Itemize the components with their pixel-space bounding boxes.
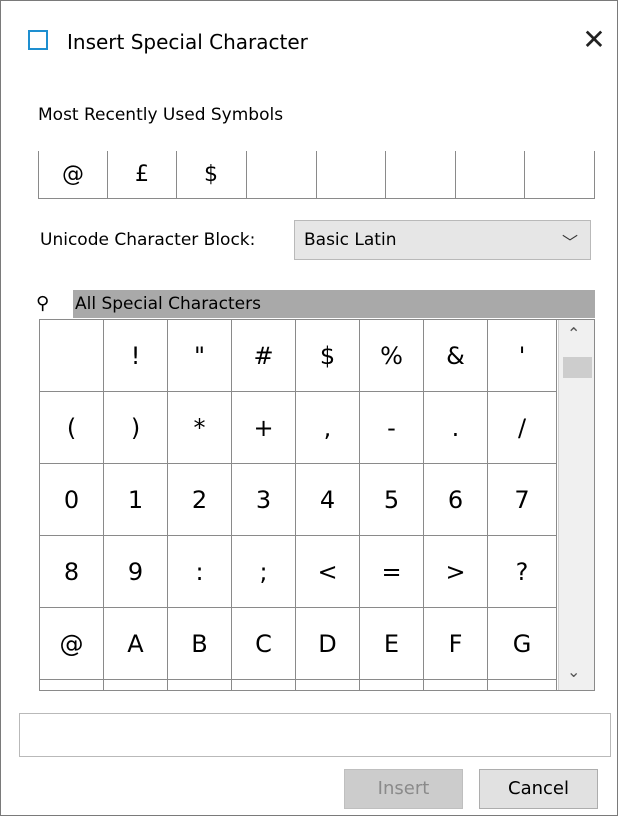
character-cell[interactable]: ! (104, 320, 168, 392)
character-cell[interactable]: + (232, 392, 296, 464)
window-icon (28, 30, 48, 50)
character-cell[interactable]: . (424, 392, 488, 464)
mru-symbol[interactable] (316, 151, 385, 198)
character-cell[interactable]: % (360, 320, 424, 392)
character-cell[interactable]: ' (488, 320, 557, 392)
character-cell[interactable] (232, 680, 296, 690)
character-cell[interactable] (168, 680, 232, 690)
character-grid-row (40, 680, 557, 690)
character-cell[interactable] (360, 680, 424, 690)
mru-symbols-row: @ £ $ (38, 151, 595, 199)
cancel-button[interactable]: Cancel (479, 769, 598, 809)
character-cell[interactable] (488, 680, 557, 690)
character-cell[interactable] (40, 320, 104, 392)
unicode-block-select[interactable]: Basic Latin ﹀ (294, 220, 591, 260)
character-cell[interactable]: 1 (104, 464, 168, 536)
character-cell[interactable]: " (168, 320, 232, 392)
mru-row-divider (594, 151, 595, 198)
character-cell[interactable] (296, 680, 360, 690)
character-cell[interactable]: ) (104, 392, 168, 464)
character-cell[interactable]: F (424, 608, 488, 680)
character-preview-field[interactable] (19, 713, 611, 757)
character-cell[interactable] (424, 680, 488, 690)
mru-symbol[interactable]: £ (107, 151, 176, 198)
character-cell[interactable]: < (296, 536, 360, 608)
grid-scrollbar[interactable]: ⌃ ⌄ (558, 320, 594, 690)
unicode-block-value: Basic Latin (304, 230, 397, 250)
character-grid-row: @ A B C D E F G (40, 608, 557, 680)
title-bar: Insert Special Character ✕ (1, 1, 617, 81)
character-cell[interactable]: ? (488, 536, 557, 608)
character-cell[interactable]: = (360, 536, 424, 608)
character-cell[interactable]: , (296, 392, 360, 464)
mru-label: Most Recently Used Symbols (38, 105, 284, 125)
character-cell[interactable]: $ (296, 320, 360, 392)
character-cell[interactable]: - (360, 392, 424, 464)
character-cell[interactable]: 9 (104, 536, 168, 608)
character-cell[interactable]: B (168, 608, 232, 680)
character-cell[interactable]: E (360, 608, 424, 680)
mru-symbol[interactable]: @ (38, 151, 107, 198)
character-cell[interactable]: 8 (40, 536, 104, 608)
character-cell[interactable]: 6 (424, 464, 488, 536)
character-grid-row: ! " # $% & ' (40, 320, 557, 392)
pin-icon[interactable]: ⚲ (36, 293, 49, 314)
character-cell[interactable]: 2 (168, 464, 232, 536)
character-cell[interactable]: & (424, 320, 488, 392)
character-cell[interactable]: ; (232, 536, 296, 608)
scroll-down-icon[interactable]: ⌄ (567, 662, 580, 681)
character-cell[interactable]: ( (40, 392, 104, 464)
character-cell[interactable] (104, 680, 168, 690)
character-cell[interactable]: @ (40, 608, 104, 680)
close-icon[interactable]: ✕ (579, 26, 609, 56)
character-grid-row: 8 9:; < = >? (40, 536, 557, 608)
mru-symbol[interactable] (455, 151, 524, 198)
window-title: Insert Special Character (67, 30, 308, 54)
character-cell[interactable]: C (232, 608, 296, 680)
character-cell[interactable]: G (488, 608, 557, 680)
character-cell[interactable]: 7 (488, 464, 557, 536)
character-cell[interactable]: D (296, 608, 360, 680)
unicode-block-label: Unicode Character Block: (40, 230, 256, 250)
scroll-thumb[interactable] (563, 357, 592, 378)
character-cell[interactable]: 5 (360, 464, 424, 536)
character-cell[interactable]: / (488, 392, 557, 464)
chevron-down-icon: ﹀ (561, 233, 578, 252)
scroll-up-icon[interactable]: ⌃ (567, 324, 580, 343)
mru-symbol[interactable] (524, 151, 593, 198)
character-cell[interactable]: * (168, 392, 232, 464)
insert-special-character-dialog: Insert Special Character ✕ Most Recently… (0, 0, 618, 816)
character-cell[interactable]: 0 (40, 464, 104, 536)
character-grid: ! " # $% & '() * +, -./0 1 2 3 4 5 6 7 8 9:; < = >? @ A B C D E F G … (39, 319, 595, 691)
character-cell[interactable] (40, 680, 104, 690)
character-cell[interactable]: : (168, 536, 232, 608)
all-special-characters-label: All Special Characters (75, 294, 261, 314)
character-grid-row: () * +, -. / (40, 392, 557, 464)
character-cell[interactable]: # (232, 320, 296, 392)
character-cell[interactable]: 4 (296, 464, 360, 536)
character-cell[interactable]: > (424, 536, 488, 608)
character-cell[interactable]: 3 (232, 464, 296, 536)
character-grid-row: 01234567 (40, 464, 557, 536)
mru-symbol[interactable] (246, 151, 315, 198)
mru-symbol[interactable]: $ (176, 151, 245, 198)
insert-button[interactable]: Insert (344, 769, 463, 809)
mru-symbol[interactable] (385, 151, 454, 198)
character-cell[interactable]: A (104, 608, 168, 680)
